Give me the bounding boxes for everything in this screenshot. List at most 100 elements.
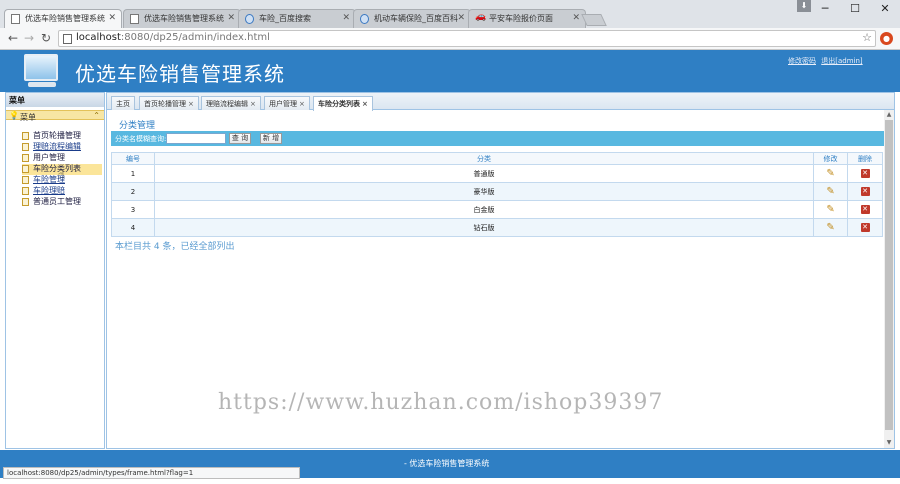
cell-name: 钻石版 bbox=[153, 218, 815, 237]
page-icon bbox=[130, 14, 139, 24]
pencil-icon[interactable]: ✎ bbox=[826, 186, 834, 197]
cell-name: 普通版 bbox=[153, 164, 815, 183]
document-icon bbox=[22, 198, 29, 206]
back-icon[interactable]: ← bbox=[8, 31, 18, 45]
pencil-icon[interactable]: ✎ bbox=[826, 168, 834, 179]
browser-tab[interactable]: 🚗 平安车险报价页面 ✕ bbox=[468, 9, 586, 28]
browser-tab-title: 平安车险报价页面 bbox=[489, 14, 553, 23]
close-icon[interactable]: ✕ bbox=[572, 13, 580, 23]
document-icon bbox=[22, 154, 29, 162]
url-text: localhost:8080/dp25/admin/index.html bbox=[76, 32, 270, 43]
delete-cell: ✕ bbox=[847, 164, 883, 183]
address-bar: ← → ↻ localhost:8080/dp25/admin/index.ht… bbox=[0, 28, 900, 50]
tab-label: 车险分类列表 bbox=[318, 100, 360, 108]
page-icon bbox=[11, 14, 20, 24]
tab-carousel[interactable]: 首页轮播管理 × bbox=[139, 96, 199, 110]
browser-tab[interactable]: 优选车险销售管理系统 ✕ bbox=[123, 9, 241, 28]
table-row: 4 钻石版 ✎ ✕ bbox=[111, 218, 883, 237]
forward-icon[interactable]: → bbox=[24, 31, 34, 45]
query-button[interactable]: 查 询 bbox=[229, 133, 251, 144]
table-row: 3 白金版 ✎ ✕ bbox=[111, 200, 883, 219]
close-icon[interactable]: × bbox=[299, 100, 305, 108]
monitor-logo-icon bbox=[24, 54, 58, 81]
minimize-icon[interactable]: ─ bbox=[810, 0, 840, 20]
bookmark-star-icon[interactable]: ☆ bbox=[862, 31, 872, 44]
delete-icon[interactable]: ✕ bbox=[860, 223, 870, 232]
scroll-down-icon[interactable]: ▼ bbox=[885, 439, 893, 447]
pencil-icon[interactable]: ✎ bbox=[826, 222, 834, 233]
cell-id: 1 bbox=[111, 164, 155, 183]
category-table: 编号 分类 修改 删除 1 普通版 ✎ ✕ 2 豪华版 ✎ ✕ 3 白金版 ✎ … bbox=[111, 152, 883, 237]
delete-icon[interactable]: ✕ bbox=[860, 187, 870, 196]
column-header-id: 编号 bbox=[111, 152, 155, 165]
sidebar-item-users[interactable]: 用户管理 bbox=[22, 153, 102, 164]
cell-id: 3 bbox=[111, 200, 155, 219]
collapse-icon[interactable]: ⌃ bbox=[93, 111, 100, 120]
tab-home[interactable]: 主页 bbox=[111, 96, 135, 110]
sidebar-item-claim-process[interactable]: 理赔流程编辑 bbox=[22, 142, 102, 153]
logout-link[interactable]: 退出[admin] bbox=[821, 57, 862, 65]
document-icon bbox=[22, 176, 29, 184]
url-input[interactable]: localhost:8080/dp25/admin/index.html ☆ bbox=[58, 30, 876, 47]
cell-id: 2 bbox=[111, 182, 155, 201]
browser-tab-title: 优选车险销售管理系统 bbox=[144, 14, 224, 23]
tab-users[interactable]: 用户管理 × bbox=[264, 96, 310, 110]
column-header-delete: 删除 bbox=[847, 152, 883, 165]
tab-claim-process[interactable]: 理赔流程编辑 × bbox=[201, 96, 261, 110]
close-icon[interactable]: × bbox=[362, 100, 368, 108]
change-password-link[interactable]: 修改密码 bbox=[788, 57, 816, 65]
sidebar-panel-header[interactable]: 💡 菜单 ⌃ bbox=[6, 110, 104, 122]
browser-tab-strip: 优选车险销售管理系统 ✕ 优选车险销售管理系统 ✕ 车险_百度搜索 ✕ 机动车辆… bbox=[0, 0, 900, 29]
sidebar-item-label: 车险分类列表 bbox=[33, 164, 81, 173]
scroll-thumb[interactable] bbox=[885, 120, 893, 430]
baidu-icon bbox=[360, 14, 369, 24]
document-icon bbox=[22, 132, 29, 140]
browser-tab[interactable]: 优选车险销售管理系统 ✕ bbox=[4, 9, 122, 29]
edit-cell: ✎ bbox=[813, 164, 848, 183]
tab-label: 首页轮播管理 bbox=[144, 100, 186, 108]
tab-category-list[interactable]: 车险分类列表 × bbox=[313, 96, 373, 111]
close-icon[interactable]: × bbox=[188, 100, 194, 108]
document-icon bbox=[22, 165, 29, 173]
delete-cell: ✕ bbox=[847, 182, 883, 201]
browser-tab-title: 优选车险销售管理系统 bbox=[25, 14, 105, 23]
close-icon[interactable]: × bbox=[250, 100, 256, 108]
maximize-icon[interactable]: ☐ bbox=[840, 0, 870, 20]
browser-tab-title: 车险_百度搜索 bbox=[259, 14, 311, 23]
document-icon bbox=[22, 187, 29, 195]
extension-icon[interactable]: ● bbox=[880, 32, 893, 45]
reload-icon[interactable]: ↻ bbox=[41, 31, 51, 45]
browser-tab[interactable]: 机动车辆保险_百度百科 ✕ bbox=[353, 9, 471, 28]
header-links: 修改密码 退出[admin] bbox=[788, 56, 866, 66]
list-summary: 本栏目共 4 条，已经全部列出 bbox=[115, 242, 235, 252]
sidebar-item-label: 理赔流程编辑 bbox=[33, 142, 81, 151]
sidebar-head: 菜单 bbox=[6, 93, 104, 107]
pencil-icon[interactable]: ✎ bbox=[826, 204, 834, 215]
window-close-icon[interactable]: ✕ bbox=[870, 0, 900, 20]
scroll-up-icon[interactable]: ▲ bbox=[885, 111, 893, 119]
close-icon[interactable]: ✕ bbox=[227, 13, 235, 23]
delete-icon[interactable]: ✕ bbox=[860, 169, 870, 178]
delete-icon[interactable]: ✕ bbox=[860, 205, 870, 214]
lightbulb-icon: 💡 bbox=[9, 111, 19, 120]
category-search-input[interactable] bbox=[166, 133, 226, 144]
sidebar-item-staff[interactable]: 普通员工管理 bbox=[22, 197, 102, 208]
vertical-scrollbar[interactable]: ▲ ▼ bbox=[884, 110, 894, 448]
new-tab-button[interactable] bbox=[581, 14, 607, 26]
edit-cell: ✎ bbox=[813, 218, 848, 237]
sidebar-item-carousel[interactable]: 首页轮播管理 bbox=[22, 131, 102, 142]
page-info-icon[interactable] bbox=[63, 34, 72, 44]
close-icon[interactable]: ✕ bbox=[342, 13, 350, 23]
car-icon: 🚗 bbox=[475, 12, 487, 22]
close-icon[interactable]: ✕ bbox=[457, 13, 465, 23]
add-button[interactable]: 新 增 bbox=[260, 133, 282, 144]
sidebar-item-claims[interactable]: 车险理赔 bbox=[22, 186, 102, 197]
tab-label: 理赔流程编辑 bbox=[206, 100, 248, 108]
app-title: 优选车险销售管理系统 bbox=[75, 62, 285, 86]
profile-icon[interactable]: ⬇ bbox=[797, 0, 811, 12]
sidebar-item-label: 车险理赔 bbox=[33, 186, 65, 195]
close-icon[interactable]: ✕ bbox=[108, 13, 116, 23]
edit-cell: ✎ bbox=[813, 182, 848, 201]
document-icon bbox=[22, 143, 29, 151]
browser-tab[interactable]: 车险_百度搜索 ✕ bbox=[238, 9, 356, 28]
